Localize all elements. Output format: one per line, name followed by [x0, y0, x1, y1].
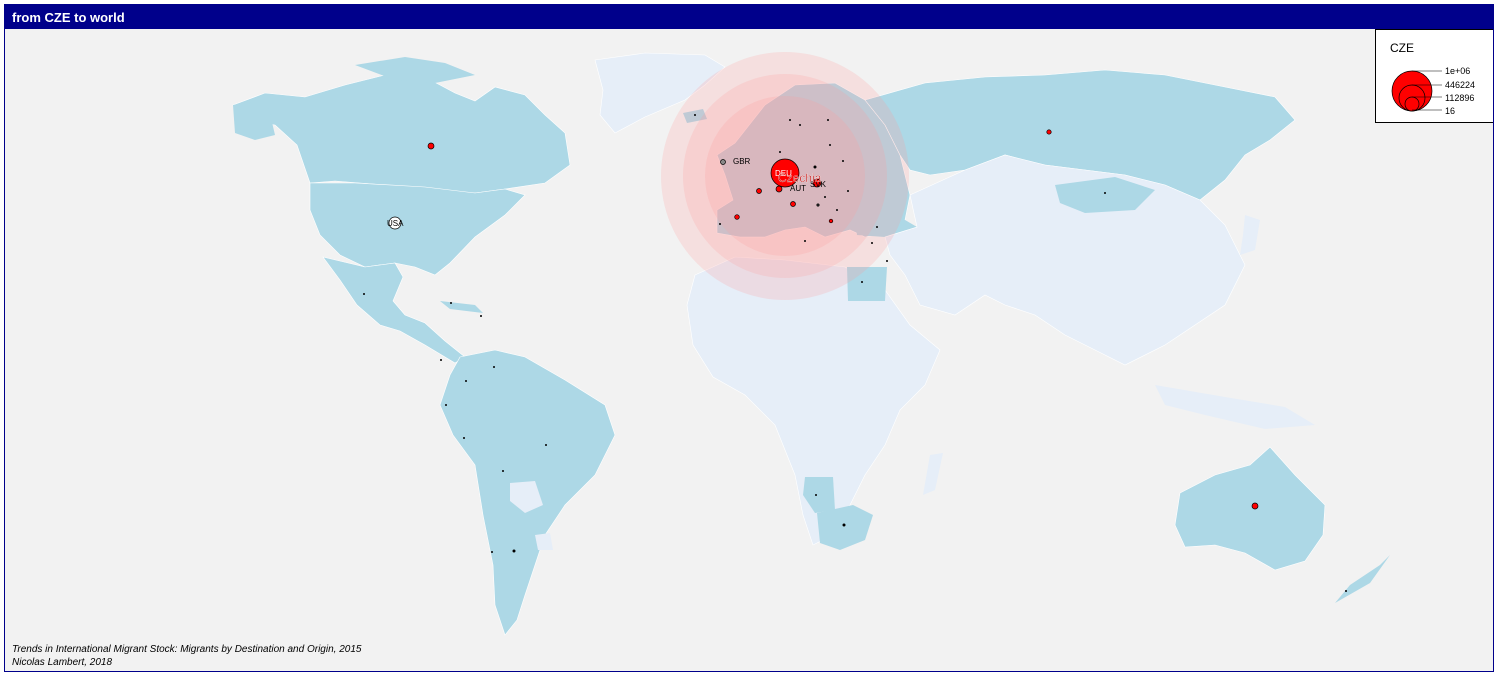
label-gbr: GBR: [733, 157, 751, 166]
dot: [694, 114, 696, 116]
dot: [450, 302, 452, 304]
map-frame: from CZE to world USA GBR DEU AUT SVK Cz…: [4, 4, 1494, 672]
dot: [876, 226, 878, 228]
dot: [799, 124, 801, 126]
legend-value-1: 1e+06: [1445, 66, 1471, 76]
dot: [512, 549, 516, 553]
dot: [440, 359, 442, 361]
symbol-hun[interactable]: [816, 203, 820, 207]
dot: [842, 523, 846, 527]
land-australia: [1174, 446, 1326, 571]
dot: [871, 242, 873, 244]
land-japan: [1240, 215, 1260, 255]
legend: CZE 1e+06 446224 112896 16: [1375, 29, 1493, 123]
land-caribbean: [440, 301, 483, 313]
dot: [545, 444, 547, 446]
land-usa: [309, 182, 526, 276]
dot: [445, 404, 447, 406]
land-mexico: [322, 256, 466, 364]
dot: [363, 293, 365, 295]
land-uruguay: [535, 533, 553, 550]
dot: [719, 223, 721, 225]
dot: [1345, 590, 1347, 592]
origin-label: Czechia: [778, 171, 822, 185]
dot: [815, 494, 817, 496]
dot: [463, 437, 465, 439]
dot: [789, 119, 791, 121]
land-madagascar: [923, 453, 943, 495]
dot: [1104, 192, 1106, 194]
symbol-bgr[interactable]: [828, 218, 834, 224]
dot: [804, 240, 806, 242]
dot: [836, 209, 838, 211]
dot: [480, 315, 482, 317]
symbol-fra[interactable]: [756, 188, 762, 194]
land-indonesia: [1155, 385, 1315, 429]
symbol-esp[interactable]: [734, 214, 740, 220]
dot: [886, 260, 888, 262]
dot: [502, 470, 504, 472]
dot: [829, 144, 831, 146]
source-line-1: Trends in International Migrant Stock: M…: [12, 644, 362, 655]
dot: [827, 119, 829, 121]
land-new-zealand: [1335, 555, 1390, 603]
dot: [847, 190, 849, 192]
symbol-aus[interactable]: [1251, 502, 1259, 510]
dot: [491, 551, 493, 553]
dot: [493, 366, 495, 368]
land-canada: [232, 74, 571, 194]
symbol-ita[interactable]: [790, 201, 796, 207]
source-line-2: Nicolas Lambert, 2018: [12, 657, 113, 668]
symbol-rus[interactable]: [1046, 129, 1052, 135]
symbol-gbr[interactable]: [720, 159, 726, 165]
legend-value-2: 446224: [1445, 80, 1476, 90]
dot: [465, 380, 467, 382]
dot: [813, 165, 817, 169]
dot: [824, 196, 826, 198]
land-south-africa: [817, 505, 873, 550]
symbol-aut[interactable]: [775, 185, 783, 193]
label-usa: USA: [387, 219, 404, 228]
dot: [779, 151, 781, 153]
source-note: Trends in International Migrant Stock: M…: [12, 643, 361, 669]
dot: [861, 281, 863, 283]
world-map: USA GBR DEU AUT SVK Czechia: [232, 52, 1390, 636]
dot: [842, 160, 844, 162]
label-aut: AUT: [790, 184, 806, 193]
symbol-can[interactable]: [427, 142, 435, 150]
legend-symbols: [1391, 70, 1442, 112]
legend-value-4: 16: [1445, 106, 1456, 116]
legend-value-3: 112896: [1445, 93, 1475, 103]
